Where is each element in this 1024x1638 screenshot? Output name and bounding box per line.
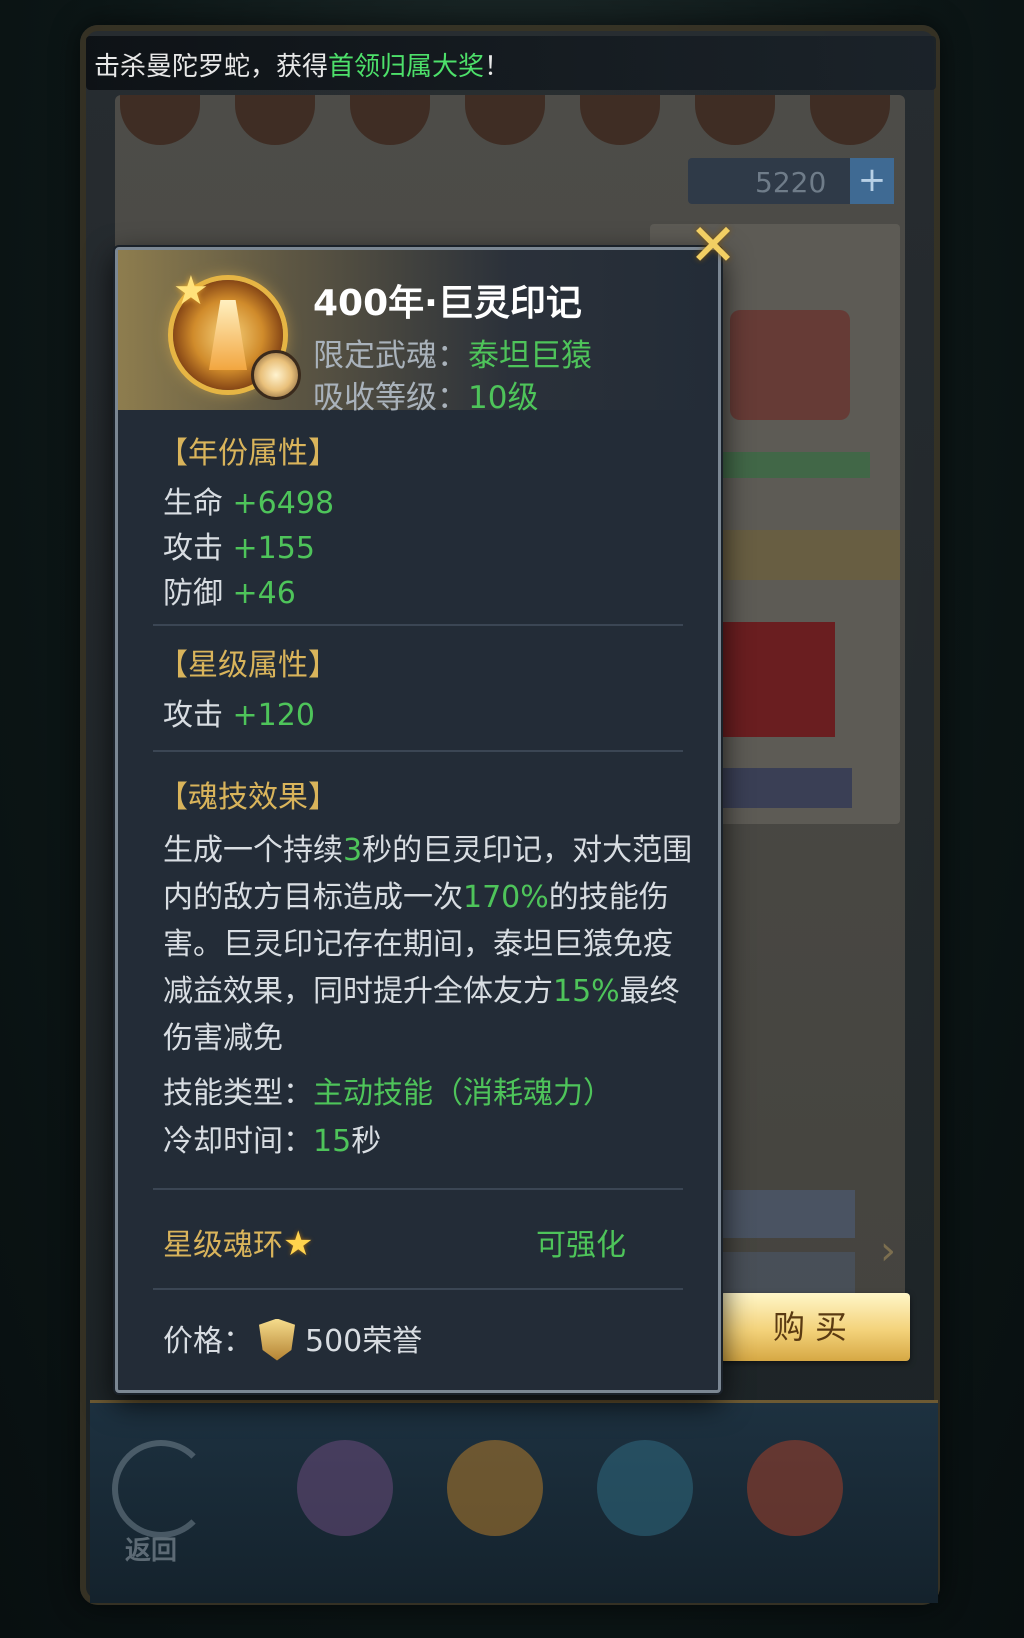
year-attr-title: 【年份属性】 — [158, 436, 338, 471]
skill-effect-title: 【魂技效果】 — [158, 780, 338, 815]
marquee-text: 击杀曼陀罗蛇，获得首领归属大奖！ — [94, 46, 510, 83]
desc-value: 3 — [343, 833, 363, 868]
item-title: 400年·巨灵印记 — [313, 283, 582, 324]
marquee-prefix: 击杀曼陀罗蛇，获得 — [94, 52, 329, 82]
desc-value: 15% — [553, 974, 620, 1009]
stat-value: +155 — [232, 531, 315, 566]
stat-label: 攻击 — [163, 698, 223, 733]
upgradable-status: 可强化 — [536, 1228, 626, 1263]
skill-description: 生成一个持续3秒的巨灵印记，对大范围内的敌方目标造成一次170%的技能伤害。巨灵… — [163, 827, 693, 1062]
stat-value: +46 — [232, 576, 296, 611]
treasure-icon — [747, 1440, 843, 1536]
shop-button[interactable] — [720, 1190, 855, 1238]
skill-type-label: 技能类型： — [163, 1076, 313, 1111]
back-arrow-icon[interactable] — [112, 1440, 210, 1538]
spirit-label: 限定武魂： — [313, 338, 468, 374]
star-icon: ★ — [283, 1224, 314, 1264]
stat-label: 生命 — [163, 486, 223, 521]
cooldown-label: 冷却时间： — [163, 1124, 313, 1159]
cooldown-row: 冷却时间：15秒 — [163, 1116, 381, 1160]
stat-row: 攻击 +120 — [163, 690, 315, 734]
nav-item-growth[interactable] — [430, 1440, 560, 1580]
gift-box-icon — [297, 1440, 393, 1536]
arrow-right-icon[interactable]: › — [880, 1228, 896, 1274]
price-value: 500荣誉 — [305, 1324, 423, 1359]
divider — [153, 1188, 683, 1190]
spirit-value: 泰坦巨猿 — [468, 338, 592, 374]
skill-type-row: 技能类型：主动技能（消耗魂力） — [163, 1068, 613, 1112]
skill-type-value: 主动技能（消耗魂力） — [313, 1076, 613, 1111]
tower-glyph-icon — [209, 300, 247, 370]
desc-value: 170% — [463, 880, 549, 915]
currency-value: 5220 — [755, 166, 827, 199]
marquee-highlight: 首领归属大奖 — [328, 52, 485, 82]
back-button-label[interactable]: 返回 — [125, 1530, 177, 1567]
stat-row: 攻击 +155 — [163, 523, 315, 567]
nav-item-gift[interactable] — [280, 1440, 410, 1580]
price-row: 价格： 500荣誉 — [163, 1316, 422, 1367]
price-label: 价格： — [163, 1324, 253, 1359]
stat-value: +6498 — [232, 486, 335, 521]
spirit-row: 限定武魂：泰坦巨猿 — [313, 330, 592, 375]
announcement-marquee: 击杀曼陀罗蛇，获得首领归属大奖！ — [86, 36, 936, 90]
close-icon[interactable]: ✕ — [688, 216, 738, 274]
medal-icon — [597, 1440, 693, 1536]
divider — [153, 624, 683, 626]
stat-label: 防御 — [163, 576, 223, 611]
star-icon: ★ — [173, 268, 209, 314]
star-ring-row: 星级魂环★ — [163, 1220, 313, 1264]
divider — [153, 1288, 683, 1290]
stat-value: +120 — [232, 698, 315, 733]
add-currency-button[interactable]: + — [850, 158, 894, 204]
shop-item-image[interactable] — [720, 622, 835, 737]
nav-item-rank[interactable] — [580, 1440, 710, 1580]
absorb-row: 吸收等级：10级 — [313, 372, 538, 417]
nav-item-recharge[interactable] — [730, 1440, 860, 1580]
stat-row: 防御 +46 — [163, 568, 296, 612]
marquee-suffix: ！ — [484, 52, 511, 82]
buy-button[interactable]: 购买 — [720, 1293, 910, 1361]
star-attr-title: 【星级属性】 — [158, 648, 338, 683]
cooldown-unit: 秒 — [351, 1124, 382, 1159]
spirit-badge-icon — [251, 350, 301, 400]
star-ring-label: 星级魂环 — [163, 1228, 283, 1263]
cooldown-value: 15 — [313, 1124, 352, 1159]
divider — [153, 750, 683, 752]
desc-text: 生成一个持续 — [163, 833, 343, 868]
fist-icon — [447, 1440, 543, 1536]
stat-row: 生命 +6498 — [163, 478, 334, 522]
stat-label: 攻击 — [163, 531, 223, 566]
item-detail-panel: ★ 400年·巨灵印记 限定武魂：泰坦巨猿 吸收等级：10级 【年份属性】 生命… — [115, 247, 721, 1393]
shop-item-image — [730, 310, 850, 420]
honor-shield-icon — [259, 1318, 295, 1361]
absorb-value: 10级 — [468, 380, 539, 416]
absorb-label: 吸收等级： — [313, 380, 468, 416]
shop-item-price — [712, 768, 852, 808]
